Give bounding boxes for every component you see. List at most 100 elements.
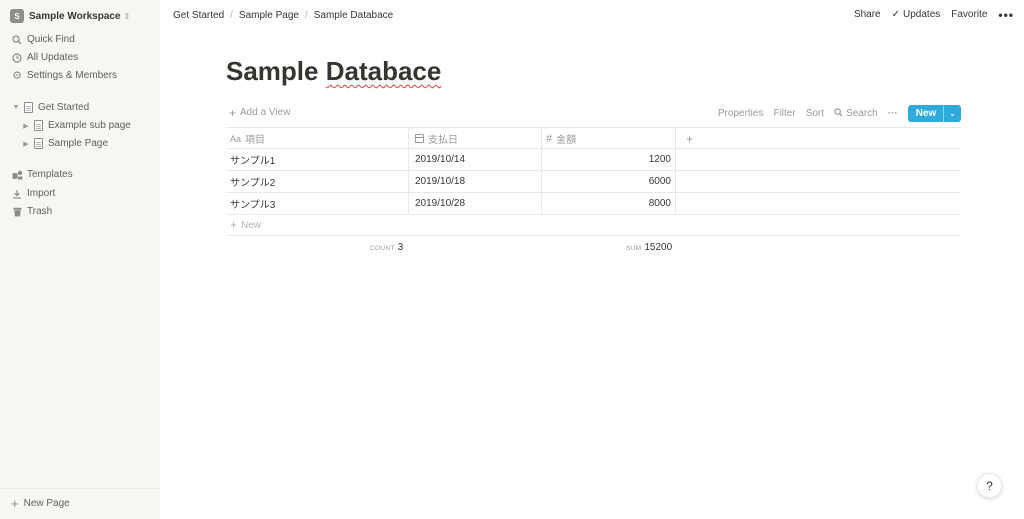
new-page-button[interactable]: + New Page <box>11 495 70 511</box>
table-row[interactable]: サンプル3 2019/10/28 8000 <box>226 193 961 215</box>
sidebar-item-label: Quick Find <box>27 34 75 45</box>
sidebar-footer: + New Page <box>0 488 160 519</box>
column-header-amount[interactable]: # 金額 <box>542 128 676 149</box>
workspace-name: Sample Workspace <box>29 10 121 22</box>
table-header-row: Aa 項目 支払日 # 金額 + <box>226 127 961 149</box>
more-options-icon[interactable]: ••• <box>998 9 1014 21</box>
sidebar-item-label: All Updates <box>27 52 79 63</box>
page-title-word: Sample <box>226 56 319 86</box>
breadcrumb-item[interactable]: Sample Databace <box>314 10 394 21</box>
sidebar-item-label: Settings & Members <box>27 70 118 81</box>
count-label: COUNT <box>370 245 395 252</box>
page-icon <box>34 138 43 149</box>
sum-value: 15200 <box>644 242 673 253</box>
sidebar-item-templates[interactable]: Templates <box>11 167 73 182</box>
table-row[interactable]: サンプル1 2019/10/14 1200 <box>226 149 961 171</box>
cell-amount[interactable]: 1200 <box>542 149 676 170</box>
templates-icon <box>11 170 23 180</box>
sidebar-item-settings[interactable]: ⚙ Settings & Members <box>11 68 117 83</box>
database-table: Aa 項目 支払日 # 金額 + サンプル1 2019/10/14 1200 サ… <box>226 127 961 236</box>
sidebar-item-label: Example sub page <box>48 120 131 131</box>
workspace-badge: S <box>10 9 24 23</box>
sidebar-item-quick-find[interactable]: Quick Find <box>11 32 75 47</box>
sidebar-item-label: Trash <box>27 206 53 217</box>
filter-button[interactable]: Filter <box>773 108 795 119</box>
sidebar-item-import[interactable]: Import <box>11 186 55 201</box>
updates-button[interactable]: ✓ Updates <box>892 9 941 20</box>
sum-calculation[interactable]: SUM 15200 <box>626 242 672 253</box>
workspace-switcher[interactable]: S Sample Workspace ⇕ <box>10 8 130 24</box>
cell-amount[interactable]: 8000 <box>542 193 676 214</box>
updates-label: Updates <box>903 9 941 20</box>
breadcrumb-item[interactable]: Get Started <box>173 10 224 21</box>
sidebar-item-label: Get Started <box>38 102 90 113</box>
cell-item[interactable]: サンプル3 <box>226 193 409 214</box>
page-icon <box>34 120 43 131</box>
column-header-label: 支払日 <box>428 135 458 146</box>
database-view-bar: + Add a View Properties Filter Sort Sear… <box>226 104 961 122</box>
cell-amount[interactable]: 6000 <box>542 171 676 192</box>
sidebar-item-trash[interactable]: Trash <box>11 204 52 219</box>
text-property-icon: Aa <box>230 133 242 144</box>
triangle-down-icon[interactable]: ▼ <box>11 104 21 111</box>
view-more-icon[interactable]: ··· <box>888 108 898 119</box>
new-page-label: New Page <box>23 498 70 509</box>
sidebar-item-label: Import <box>27 188 56 199</box>
chevron-down-icon[interactable]: ⌄ <box>943 104 961 122</box>
count-calculation[interactable]: COUNT 3 <box>370 242 403 253</box>
page-title-word-misspelled: Databace <box>325 56 442 86</box>
page-title[interactable]: Sample Databace <box>226 56 441 87</box>
sort-button[interactable]: Sort <box>806 108 824 119</box>
new-record-button[interactable]: New ⌄ <box>907 104 961 122</box>
cell-date[interactable]: 2019/10/18 <box>409 171 542 192</box>
gear-icon: ⚙ <box>12 70 22 82</box>
topbar-actions: Share ✓ Updates Favorite ••• <box>843 9 1014 21</box>
cell-date[interactable]: 2019/10/28 <box>409 193 542 214</box>
plus-icon: + <box>230 218 238 232</box>
triangle-right-icon[interactable]: ▶ <box>21 122 31 130</box>
sidebar-item-all-updates[interactable]: All Updates <box>11 50 78 65</box>
add-view-button[interactable]: + Add a View <box>229 105 291 120</box>
count-value: 3 <box>397 242 404 253</box>
breadcrumb-separator: / <box>304 10 308 21</box>
cell-date[interactable]: 2019/10/14 <box>409 149 542 170</box>
table-row[interactable]: サンプル2 2019/10/18 6000 <box>226 171 961 193</box>
help-button[interactable]: ? <box>977 473 1002 498</box>
sidebar-item-label: Sample Page <box>48 138 109 149</box>
add-view-label: Add a View <box>240 107 291 118</box>
new-row-label: New <box>241 219 262 231</box>
breadcrumb: Get Started / Sample Page / Sample Datab… <box>173 10 393 21</box>
sidebar-page-sample-page[interactable]: ▶ Sample Page <box>21 136 108 151</box>
breadcrumb-item[interactable]: Sample Page <box>239 10 299 21</box>
clock-icon <box>11 52 23 63</box>
column-header-item[interactable]: Aa 項目 <box>226 128 409 149</box>
plus-icon: + <box>11 495 19 511</box>
triangle-right-icon[interactable]: ▶ <box>21 140 31 148</box>
properties-button[interactable]: Properties <box>718 108 764 119</box>
sidebar-page-get-started[interactable]: ▼ Get Started <box>11 100 89 115</box>
sidebar-item-label: Templates <box>27 169 73 180</box>
search-icon <box>11 34 23 45</box>
chevron-updown-icon: ⇕ <box>123 11 131 21</box>
search-label: Search <box>846 107 878 119</box>
cell-empty <box>676 149 961 170</box>
cell-empty <box>676 193 961 214</box>
column-header-label: 金額 <box>556 135 577 146</box>
sum-label: SUM <box>626 245 642 252</box>
sidebar-page-example-sub-page[interactable]: ▶ Example sub page <box>21 118 131 133</box>
view-actions: Properties Filter Sort Search ··· New ⌄ <box>708 104 961 122</box>
favorite-button[interactable]: Favorite <box>951 9 987 20</box>
new-row-button[interactable]: + New <box>226 215 961 236</box>
share-button[interactable]: Share <box>854 9 881 20</box>
sidebar: S Sample Workspace ⇕ Quick Find All Upda… <box>0 0 160 519</box>
number-property-icon: # <box>546 132 553 145</box>
add-column-button[interactable]: + <box>680 132 693 146</box>
cell-item[interactable]: サンプル1 <box>226 149 409 170</box>
breadcrumb-separator: / <box>230 10 233 21</box>
column-header-date[interactable]: 支払日 <box>409 128 542 149</box>
search-icon <box>834 107 843 119</box>
cell-item[interactable]: サンプル2 <box>226 171 409 192</box>
trash-icon <box>11 207 23 217</box>
plus-icon: + <box>229 105 237 120</box>
search-button[interactable]: Search <box>834 108 878 119</box>
